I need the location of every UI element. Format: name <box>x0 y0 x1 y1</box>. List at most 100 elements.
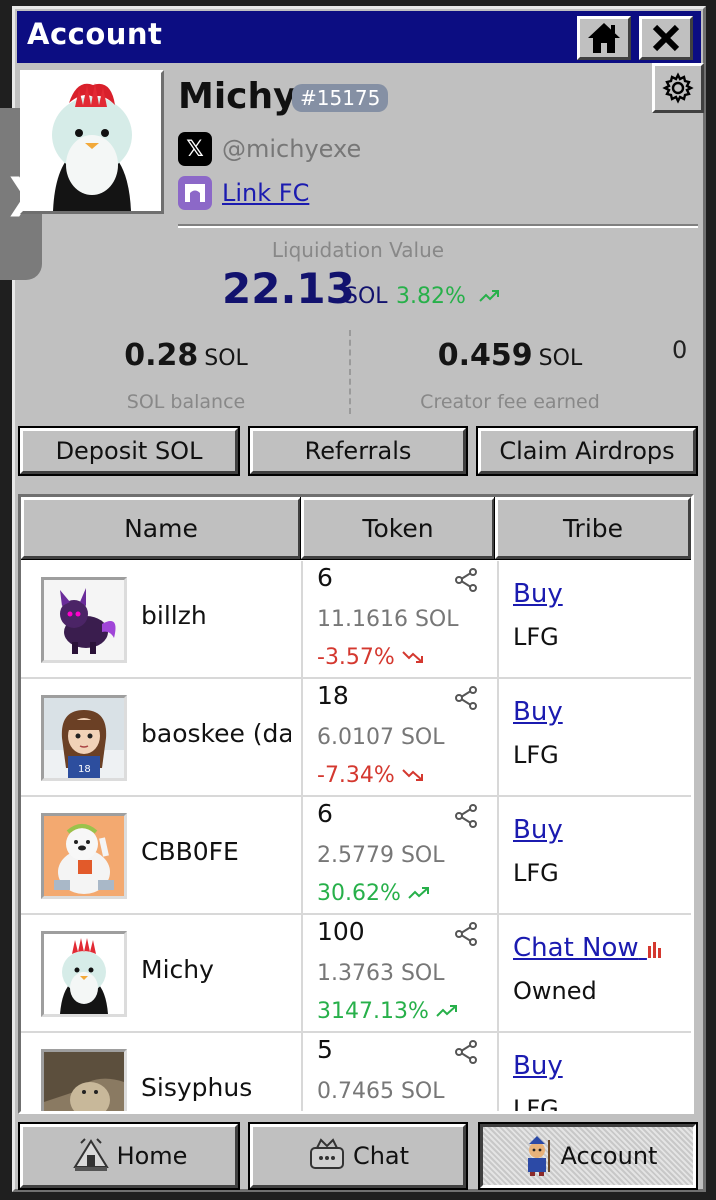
stats-separator <box>349 330 351 414</box>
table-row[interactable]: billzh 6 11.1616 SOL -3.57% Buy LFG <box>21 561 691 679</box>
svg-text:18: 18 <box>78 764 91 775</box>
x-handle: @michyexe <box>222 135 362 163</box>
tribe-cell: Buy LFG <box>499 561 691 679</box>
token-change-text: 3147.13% <box>317 999 429 1024</box>
window-title: Account <box>27 17 163 51</box>
token-price: 6.0107 SOL <box>317 725 445 750</box>
x-logo-icon: 𝕏 <box>178 132 212 166</box>
home-title-button[interactable] <box>577 16 631 60</box>
table-row[interactable]: 18 baoskee (da 18 6.0107 SOL -7.34% Buy … <box>21 679 691 797</box>
nav-chat-label: Chat <box>352 1142 410 1170</box>
settings-button[interactable] <box>652 63 704 113</box>
token-change: -3.57% <box>317 645 426 670</box>
tribe-status: LFG <box>513 623 559 651</box>
chat-icon <box>309 1138 344 1169</box>
tribe-status: LFG <box>513 1095 559 1114</box>
share-icon[interactable] <box>453 803 479 829</box>
nav-account-button[interactable]: Account <box>478 1122 698 1190</box>
nav-home-button[interactable]: Home <box>18 1122 240 1190</box>
referrals-button[interactable]: Referrals <box>248 426 468 476</box>
token-price: 2.5779 SOL <box>317 843 445 868</box>
sol-balance-stat: 0.28 SOL SOL balance <box>36 338 336 413</box>
chat-now-link[interactable]: Chat Now <box>513 933 663 963</box>
name-cell: Sisyphus <box>21 1033 303 1111</box>
claim-airdrops-button[interactable]: Claim Airdrops <box>476 426 698 476</box>
home-icon <box>588 23 620 53</box>
liquidation-unit: SOL <box>344 284 388 309</box>
tribe-status: LFG <box>513 859 559 887</box>
table-row[interactable]: CBB0FE 6 2.5779 SOL 30.62% Buy LFG <box>21 797 691 915</box>
table-row[interactable]: Sisyphus 5 0.7465 SOL Buy LFG <box>21 1033 691 1114</box>
share-icon[interactable] <box>453 685 479 711</box>
sol-balance-label: SOL balance <box>126 391 246 413</box>
name-cell: billzh <box>21 561 303 679</box>
token-price: 1.3763 SOL <box>317 961 445 986</box>
token-change: 3147.13% <box>317 999 460 1024</box>
table-row[interactable]: Michy 100 1.3763 SOL 3147.13% Chat Now O… <box>21 915 691 1033</box>
liquidation-change-text: 3.82% <box>396 284 466 309</box>
close-icon <box>652 24 680 52</box>
holder-name: Michy <box>141 955 214 984</box>
column-header-tribe[interactable]: Tribe <box>494 497 691 560</box>
trend-up-icon <box>408 887 429 899</box>
token-count: 6 <box>317 799 333 828</box>
tribe-cell: Buy LFG <box>499 1033 691 1114</box>
close-button[interactable] <box>639 16 693 60</box>
share-icon[interactable] <box>453 921 479 947</box>
trend-up-icon <box>479 290 499 302</box>
liquidation-change: 3.82% <box>396 284 501 309</box>
deposit-sol-button[interactable]: Deposit SOL <box>18 426 240 476</box>
chat-now-text: Chat Now <box>513 933 639 963</box>
share-icon[interactable] <box>453 567 479 593</box>
token-price: 0.7465 SOL <box>317 1079 445 1104</box>
tribe-status: LFG <box>513 741 559 769</box>
column-header-name[interactable]: Name <box>21 497 302 560</box>
token-change: -7.34% <box>317 763 426 788</box>
nav-chat-button[interactable]: Chat <box>248 1122 468 1190</box>
buy-link[interactable]: Buy <box>513 815 563 845</box>
buy-link[interactable]: Buy <box>513 1051 563 1081</box>
token-count: 5 <box>317 1035 333 1064</box>
extra-count-value: 0 <box>672 336 688 364</box>
liquidation-value: 22.13 <box>222 264 355 313</box>
trend-down-icon <box>402 769 423 781</box>
farcaster-icon <box>178 176 212 210</box>
holder-name: CBB0FE <box>141 837 239 866</box>
nav-account-label: Account <box>560 1142 658 1170</box>
account-character-icon <box>527 1136 550 1176</box>
token-change-text: -7.34% <box>317 763 395 788</box>
farcaster-row: Link FC <box>178 176 309 210</box>
token-count: 100 <box>317 917 365 946</box>
creator-fee-stat: 0.459 SOL Creator fee earned <box>360 338 660 413</box>
tribe-cell: Buy LFG <box>499 679 691 797</box>
holder-name: billzh <box>141 601 207 630</box>
avatar: 18 <box>41 695 127 781</box>
chart-bars-icon <box>647 941 661 958</box>
x-handle-row: 𝕏 @michyexe <box>178 132 361 166</box>
profile-avatar <box>20 70 164 214</box>
link-fc-link[interactable]: Link FC <box>222 179 309 207</box>
token-change: 30.62% <box>317 881 432 906</box>
holder-name: baoskee (da <box>141 719 291 748</box>
share-icon[interactable] <box>453 1039 479 1065</box>
buy-link[interactable]: Buy <box>513 579 563 609</box>
token-cell: 6 2.5779 SOL 30.62% <box>303 797 499 915</box>
name-cell: Michy <box>21 915 303 1033</box>
home-tent-icon <box>72 1138 109 1171</box>
avatar <box>41 1049 127 1111</box>
creator-fee-value: 0.459 <box>437 338 533 373</box>
trend-up-icon <box>436 1005 457 1017</box>
name-cell: CBB0FE <box>21 797 303 915</box>
token-cell: 100 1.3763 SOL 3147.13% <box>303 915 499 1033</box>
creator-fee-label: Creator fee earned <box>420 391 600 413</box>
name-cell: 18 baoskee (da <box>21 679 303 797</box>
buy-link[interactable]: Buy <box>513 697 563 727</box>
sol-balance-value: 0.28 <box>124 338 199 373</box>
table-header: Name Token Tribe <box>21 497 691 560</box>
column-header-token[interactable]: Token <box>300 497 496 560</box>
token-cell: 18 6.0107 SOL -7.34% <box>303 679 499 797</box>
avatar <box>41 813 127 899</box>
avatar <box>41 931 127 1017</box>
table-body: billzh 6 11.1616 SOL -3.57% Buy LFG 18 b… <box>21 561 691 1114</box>
tribe-cell: Buy LFG <box>499 797 691 915</box>
